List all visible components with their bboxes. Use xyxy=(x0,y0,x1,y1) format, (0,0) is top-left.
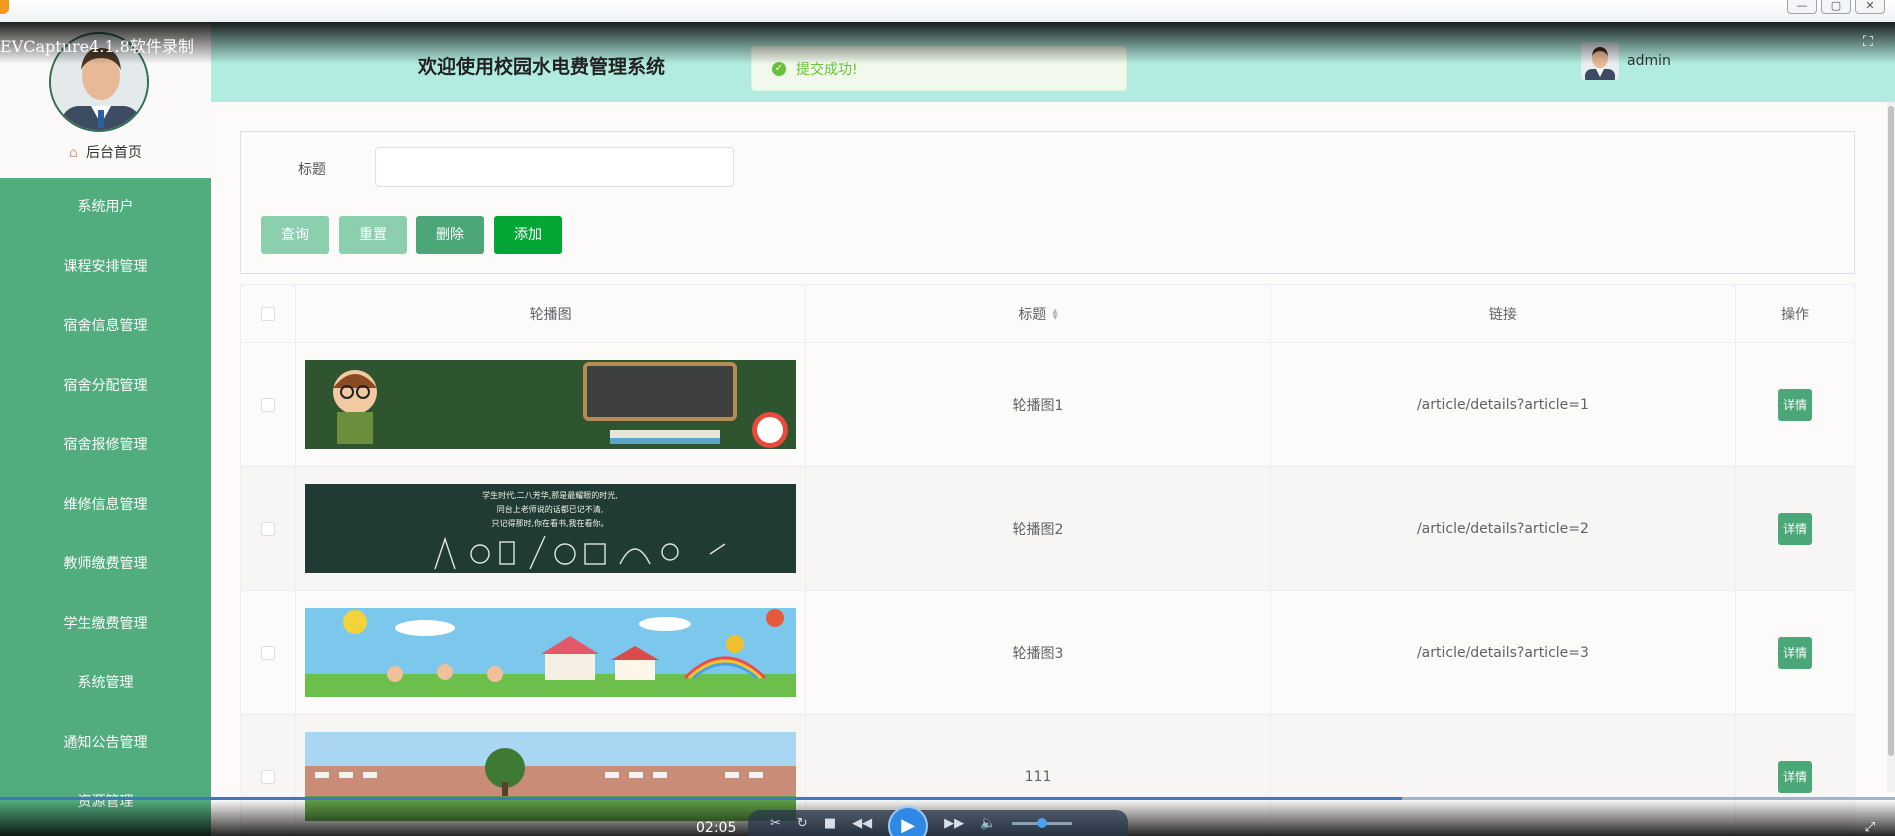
row-title: 轮播图2 xyxy=(806,467,1271,590)
row-image-cell xyxy=(296,343,807,466)
sidebar-item-home[interactable]: ⌂ 后台首页 xyxy=(0,142,211,162)
banner-image: 学生时代,二八芳华,那是最耀眼的时光, 同台上老师说的话都已记不清, 只记得那时… xyxy=(305,484,797,573)
user-avatar xyxy=(1581,42,1619,80)
sidebar-item-system-users[interactable]: 系统用户 xyxy=(0,178,211,238)
replay-icon[interactable]: ↻ xyxy=(797,816,808,831)
add-button[interactable]: 添加 xyxy=(494,216,562,254)
row-image-cell xyxy=(296,591,807,714)
sidebar: ⌂ 后台首页 系统用户 课程安排管理 宿舍信息管理 宿舍分配管理 宿舍报修管理 维… xyxy=(0,22,211,836)
table-row: 轮播图1 /article/details?article=1 详情 xyxy=(241,343,1854,467)
mute-icon[interactable]: 🔈 xyxy=(980,816,996,831)
volume-slider[interactable] xyxy=(1012,817,1073,828)
play-icon[interactable]: ▶ xyxy=(888,806,929,836)
playback-time: 02:05 xyxy=(696,820,737,836)
select-all-checkbox[interactable] xyxy=(260,306,275,321)
search-form: 标题 查询 重置 删除 添加 xyxy=(240,131,1855,274)
window-controls: — ▢ ✕ xyxy=(1787,0,1885,14)
sidebar-item-notices[interactable]: 通知公告管理 xyxy=(0,714,211,774)
banner-line-2: 同台上老师说的话都已记不清, xyxy=(497,504,604,514)
sort-icon[interactable]: ▲ ▼ xyxy=(1052,307,1057,320)
column-header-ops: 操作 xyxy=(1781,306,1810,323)
carousel-table: 轮播图 标题 ▲ ▼ 链接 操作 轮播图1 /article/details?a… xyxy=(240,284,1855,836)
scrollbar-thumb[interactable] xyxy=(1888,106,1894,756)
user-menu[interactable]: admin xyxy=(1581,42,1671,80)
banner-image xyxy=(305,360,797,449)
detail-button[interactable]: 详情 xyxy=(1778,512,1813,545)
window-title-strip: — ▢ ✕ xyxy=(0,0,1895,22)
minimize-icon[interactable]: — xyxy=(1787,0,1817,14)
delete-button[interactable]: 删除 xyxy=(416,216,484,254)
video-progress-bar[interactable] xyxy=(0,797,1895,800)
sidebar-item-dorm-repair[interactable]: 宿舍报修管理 xyxy=(0,416,211,476)
home-label: 后台首页 xyxy=(85,145,142,161)
fullscreen-icon[interactable]: ⤢ xyxy=(1865,820,1875,835)
toast-message: 提交成功! xyxy=(796,61,858,78)
sidebar-menu: 系统用户 课程安排管理 宿舍信息管理 宿舍分配管理 宿舍报修管理 维修信息管理 … xyxy=(0,178,211,833)
fullscreen-toggle-icon[interactable]: ⛶ xyxy=(1863,34,1879,50)
detail-button[interactable]: 详情 xyxy=(1778,636,1813,669)
sidebar-item-system-manage[interactable]: 系统管理 xyxy=(0,654,211,714)
table-header-row: 轮播图 标题 ▲ ▼ 链接 操作 xyxy=(241,285,1854,343)
sidebar-item-repair-info[interactable]: 维修信息管理 xyxy=(0,476,211,536)
row-title: 轮播图1 xyxy=(806,343,1271,466)
row-link: /article/details?article=3 xyxy=(1271,591,1737,714)
success-toast: ✓ 提交成功! xyxy=(751,46,1127,91)
detail-button[interactable]: 详情 xyxy=(1778,388,1813,421)
banner-line-1: 学生时代,二八芳华,那是最耀眼的时光, xyxy=(482,490,618,500)
query-button[interactable]: 查询 xyxy=(261,216,329,254)
sidebar-item-dorm-info[interactable]: 宿舍信息管理 xyxy=(0,297,211,357)
title-filter-label: 标题 xyxy=(298,162,326,178)
row-checkbox[interactable] xyxy=(260,769,275,784)
column-header-link: 链接 xyxy=(1271,285,1737,342)
table-row: 学生时代,二八芳华,那是最耀眼的时光, 同台上老师说的话都已记不清, 只记得那时… xyxy=(241,467,1854,591)
column-header-title-label: 标题 xyxy=(1018,306,1047,323)
row-check-cell xyxy=(241,343,296,466)
video-progress-fill xyxy=(0,797,1403,800)
row-link: /article/details?article=1 xyxy=(1271,343,1737,466)
sidebar-item-course-schedule[interactable]: 课程安排管理 xyxy=(0,238,211,298)
page-scrollbar[interactable] xyxy=(1887,102,1895,792)
row-ops-cell: 详情 xyxy=(1736,343,1854,466)
column-header-title[interactable]: 标题 ▲ ▼ xyxy=(806,285,1271,342)
player-controls: ✂ ↻ ■ ◀◀ ▶ ▶▶ 🔈 xyxy=(748,806,1128,836)
row-link: /article/details?article=2 xyxy=(1271,467,1737,590)
sidebar-item-teacher-fees[interactable]: 教师缴费管理 xyxy=(0,535,211,595)
select-all-cell xyxy=(241,285,296,342)
home-icon: ⌂ xyxy=(69,145,78,161)
row-checkbox[interactable] xyxy=(260,645,275,660)
row-ops-cell: 详情 xyxy=(1736,591,1854,714)
app-orb-icon xyxy=(0,0,9,14)
fast-forward-icon[interactable]: ▶▶ xyxy=(944,816,964,831)
row-title: 轮播图3 xyxy=(806,591,1271,714)
stop-icon[interactable]: ■ xyxy=(824,816,836,831)
detail-button[interactable]: 详情 xyxy=(1778,760,1813,793)
close-icon[interactable]: ✕ xyxy=(1855,0,1885,14)
page-title: 欢迎使用校园水电费管理系统 xyxy=(418,56,666,78)
row-checkbox[interactable] xyxy=(260,521,275,536)
title-search-input[interactable] xyxy=(375,147,734,187)
reset-button[interactable]: 重置 xyxy=(339,216,407,254)
row-ops-cell: 详情 xyxy=(1736,467,1854,590)
row-check-cell xyxy=(241,467,296,590)
column-header-image: 轮播图 xyxy=(296,285,807,342)
sidebar-item-dorm-assign[interactable]: 宿舍分配管理 xyxy=(0,357,211,417)
main-content: 标题 查询 重置 删除 添加 轮播图 标题 ▲ ▼ 链接 操作 轮播图1 /ar… xyxy=(211,102,1895,836)
row-check-cell xyxy=(241,591,296,714)
table-row: 轮播图3 /article/details?article=3 详情 xyxy=(241,591,1854,715)
sidebar-item-student-fees[interactable]: 学生缴费管理 xyxy=(0,595,211,655)
capture-title: EVCapture4.1.8软件录制 xyxy=(0,37,194,56)
mouse-cursor-icon: ☝ xyxy=(70,734,81,755)
rewind-icon[interactable]: ◀◀ xyxy=(852,816,872,831)
volume-knob[interactable] xyxy=(1037,817,1048,828)
banner-line-3: 只记得那时,你在看书,我在看你。 xyxy=(492,518,609,528)
maximize-icon[interactable]: ▢ xyxy=(1821,0,1851,14)
username: admin xyxy=(1627,53,1671,69)
cut-icon[interactable]: ✂ xyxy=(770,816,781,831)
check-circle-icon: ✓ xyxy=(772,61,786,76)
row-checkbox[interactable] xyxy=(260,397,275,412)
row-image-cell: 学生时代,二八芳华,那是最耀眼的时光, 同台上老师说的话都已记不清, 只记得那时… xyxy=(296,467,807,590)
banner-image xyxy=(305,608,797,697)
